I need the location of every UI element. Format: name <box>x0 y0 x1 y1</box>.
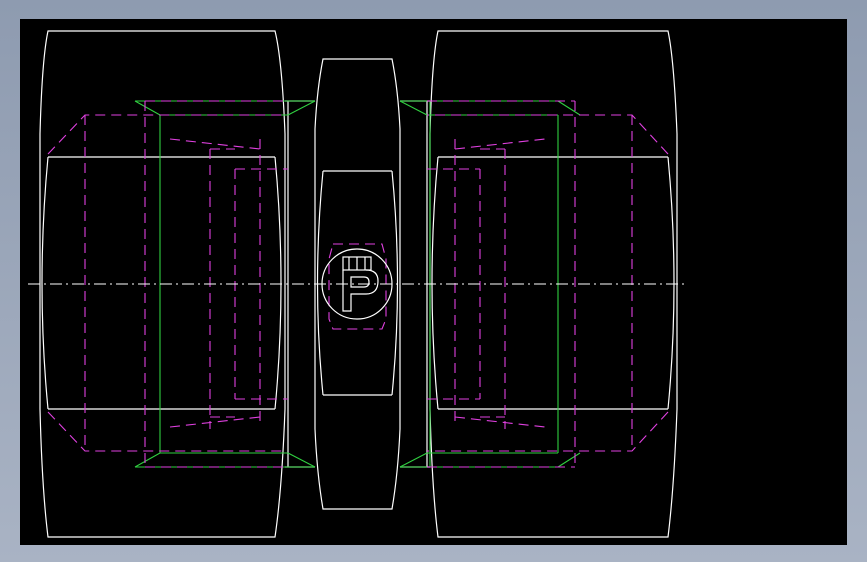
cad-viewport[interactable] <box>20 19 847 545</box>
fitting-drawing <box>28 30 688 538</box>
